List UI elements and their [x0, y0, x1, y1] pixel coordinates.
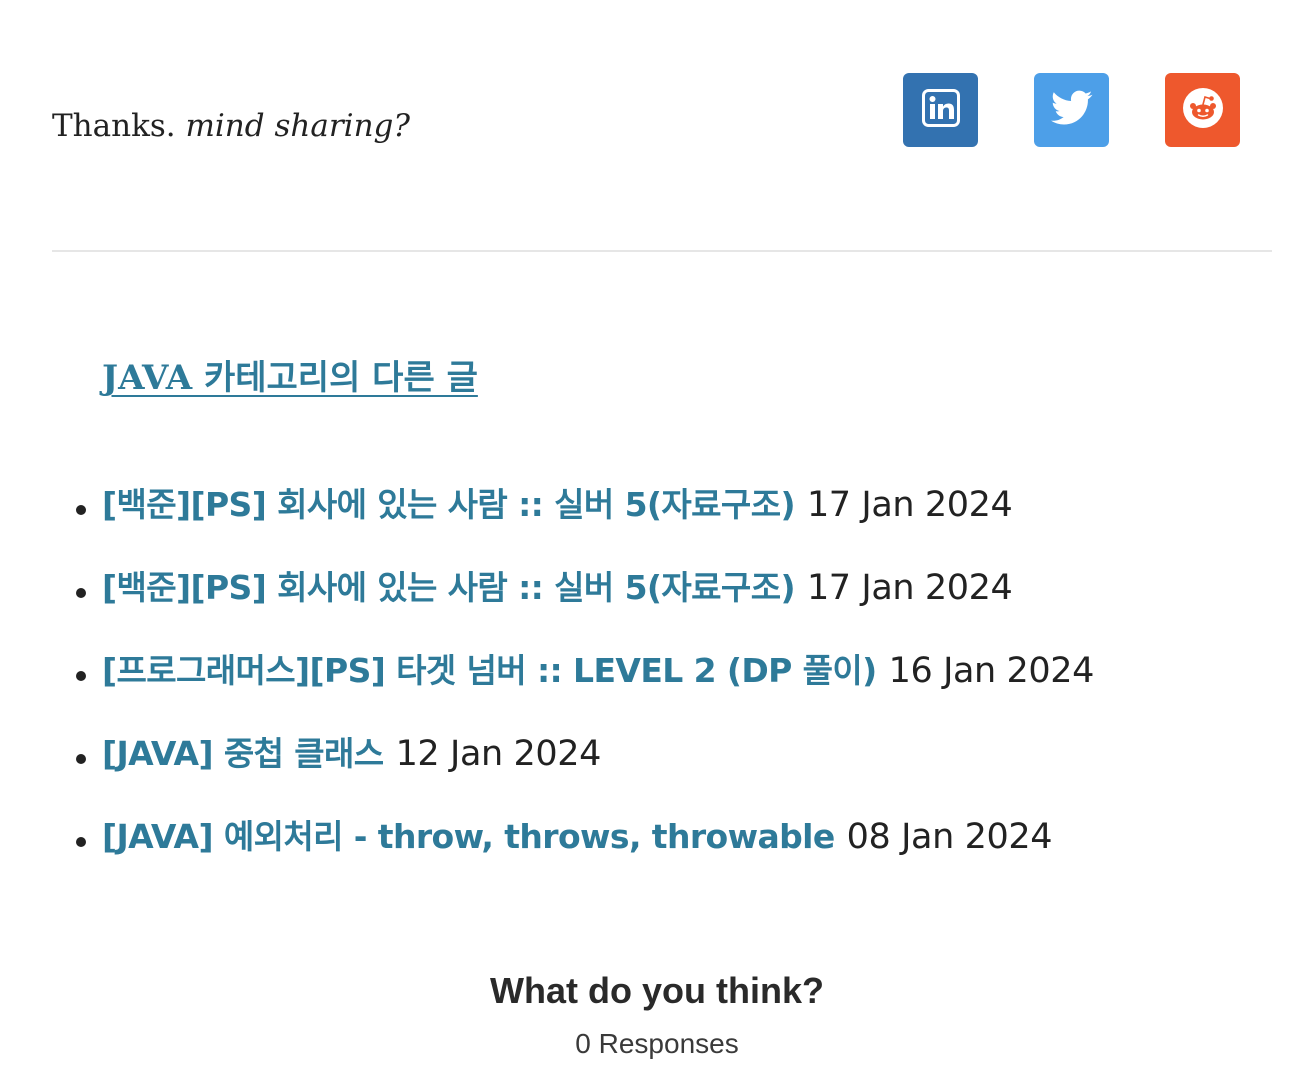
share-reddit-button[interactable]	[1165, 73, 1240, 147]
list-item: [백준][PS] 회사에 있는 사람 :: 실버 5(자료구조) 17 Jan …	[62, 478, 1094, 561]
list-item: [JAVA] 중첩 클래스 12 Jan 2024	[62, 727, 1094, 810]
share-bar: Thanks. mind sharing?	[52, 60, 1272, 160]
post-date: 16 Jan 2024	[888, 651, 1095, 691]
share-twitter-button[interactable]	[1034, 73, 1109, 147]
share-prompt: Thanks. mind sharing?	[52, 108, 410, 144]
post-date: 17 Jan 2024	[806, 568, 1013, 608]
bullet	[76, 588, 86, 598]
share-prompt-question: mind sharing?	[185, 108, 411, 144]
related-post-list: [백준][PS] 회사에 있는 사람 :: 실버 5(자료구조) 17 Jan …	[62, 478, 1094, 893]
share-prompt-thanks: Thanks.	[52, 108, 176, 144]
post-link[interactable]: [JAVA] 예외처리 - throw, throws, throwable	[102, 810, 835, 864]
post-link[interactable]: [백준][PS] 회사에 있는 사람 :: 실버 5(자료구조)	[102, 478, 796, 532]
list-item: [백준][PS] 회사에 있는 사람 :: 실버 5(자료구조) 17 Jan …	[62, 561, 1094, 644]
bullet	[76, 837, 86, 847]
bullet	[76, 754, 86, 764]
post-link[interactable]: [JAVA] 중첩 클래스	[102, 727, 384, 781]
related-category-link[interactable]: JAVA 카테고리의 다른 글	[102, 350, 478, 399]
bullet	[76, 505, 86, 515]
comments-heading: What do you think?	[490, 970, 824, 1011]
post-link[interactable]: [프로그래머스][PS] 타겟 넘버 :: LEVEL 2 (DP 풀이)	[102, 644, 877, 698]
list-item: [프로그래머스][PS] 타겟 넘버 :: LEVEL 2 (DP 풀이) 16…	[62, 644, 1094, 727]
post-link[interactable]: [백준][PS] 회사에 있는 사람 :: 실버 5(자료구조)	[102, 561, 796, 615]
reddit-icon	[1181, 86, 1225, 134]
share-linkedin-button[interactable]	[903, 73, 978, 147]
twitter-icon	[1050, 90, 1093, 130]
post-date: 08 Jan 2024	[846, 817, 1053, 857]
bullet	[76, 671, 86, 681]
comments-count: 0 Responses	[575, 1028, 739, 1059]
section-divider	[52, 250, 1272, 252]
post-date: 17 Jan 2024	[806, 485, 1013, 525]
list-item: [JAVA] 예외처리 - throw, throws, throwable 0…	[62, 810, 1094, 893]
linkedin-icon	[921, 89, 960, 131]
post-date: 12 Jan 2024	[395, 734, 602, 774]
